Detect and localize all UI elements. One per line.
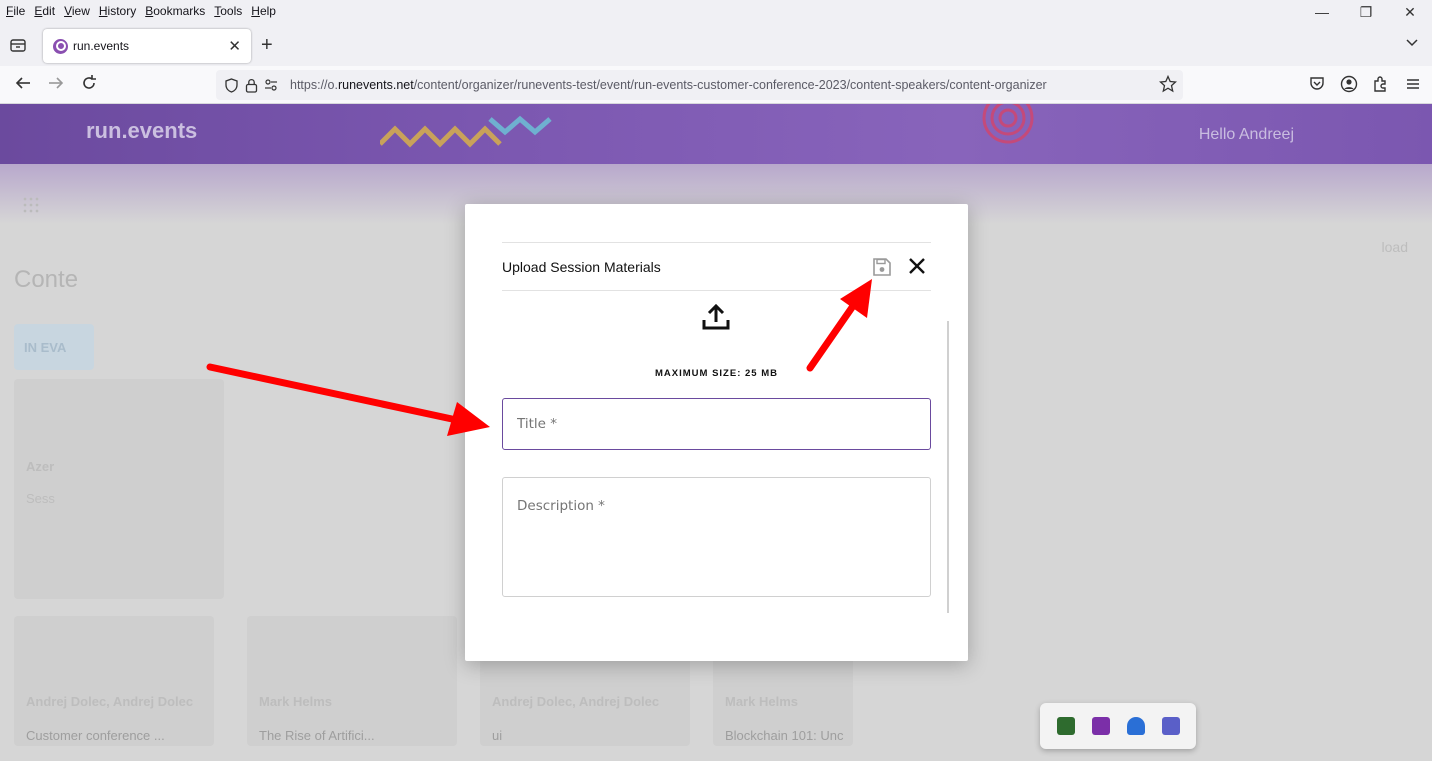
menu-bookmarks[interactable]: Bookmarks [145, 4, 205, 18]
upload-session-materials-dialog: Upload Session Materials MAXIMUM SIZE: 2… [465, 204, 968, 661]
back-arrow-icon[interactable] [14, 74, 32, 92]
card-speaker: Azer [26, 459, 55, 474]
tab-close-icon[interactable]: ✕ [228, 37, 241, 55]
card-title: The Rise of Artifici... [259, 728, 375, 743]
filter-chip[interactable]: IN EVA [14, 324, 94, 370]
filter-chip-label: IN EVA [24, 340, 67, 355]
brand-logo: run.events [86, 118, 198, 143]
onenote-icon[interactable] [1091, 717, 1110, 735]
window-close-button[interactable]: ✕ [1388, 0, 1432, 24]
minimize-button[interactable]: — [1300, 0, 1344, 24]
title-input[interactable] [502, 398, 931, 450]
apps-grid-icon[interactable] [22, 196, 40, 214]
banner-rings-icon [982, 104, 1034, 144]
forward-arrow-icon[interactable] [47, 74, 65, 92]
chevron-down-icon[interactable] [1405, 36, 1419, 50]
content-card[interactable]: Mark Helms The Rise of Artifici... [247, 616, 457, 746]
tab-run-events[interactable]: run.events ✕ [43, 29, 251, 63]
greeting-text: Hello Andreej [1198, 126, 1294, 143]
url-text: https://o.runevents.net/content/organize… [290, 78, 1047, 92]
max-size-label: MAXIMUM SIZE: 25 MB [655, 368, 778, 379]
security-shield-icon[interactable] [1126, 717, 1145, 735]
content-card[interactable]: Andrej Dolec, Andrej Dolec Customer conf… [14, 616, 214, 746]
card-title: ui [492, 728, 503, 743]
nvidia-icon[interactable] [1056, 717, 1075, 735]
new-tab-button[interactable]: + [261, 34, 273, 57]
window-controls: — ❐ ✕ [1300, 0, 1432, 24]
card-title: Sess [26, 491, 55, 506]
system-tray-popup [1040, 703, 1196, 749]
restore-button[interactable]: ❐ [1344, 0, 1388, 24]
page-heading: Conte [14, 266, 79, 293]
card-title: Customer conference ... [26, 728, 165, 743]
url-path: /content/organizer/runevents-test/event/… [413, 78, 1047, 92]
card-title: Blockchain 101: Unc [725, 728, 844, 743]
menu-view[interactable]: View [64, 4, 90, 18]
toolbar-icons [1308, 75, 1422, 93]
scrollbar-track[interactable] [947, 321, 949, 613]
content-card[interactable]: Azer Sess [14, 379, 224, 599]
card-speaker: Andrej Dolec, Andrej Dolec [492, 694, 660, 709]
header-divider-bottom [502, 290, 931, 291]
header-divider-top [502, 242, 931, 243]
menu-history[interactable]: History [99, 4, 136, 18]
menu-file[interactable]: File [6, 4, 25, 18]
shield-icon[interactable] [224, 77, 239, 93]
tab-title: run.events [73, 39, 130, 53]
url-prefix: https://o. [290, 78, 338, 92]
tab-bar: run.events ✕ + [0, 24, 1432, 66]
card-speaker: Mark Helms [259, 694, 332, 709]
banner-pattern-icon [380, 115, 552, 148]
tab-list-icon[interactable] [9, 36, 27, 54]
menu-help[interactable]: Help [251, 4, 276, 18]
card-speaker: Andrej Dolec, Andrej Dolec [26, 694, 194, 709]
pocket-icon[interactable] [1308, 75, 1326, 93]
star-icon[interactable] [1159, 75, 1177, 93]
close-icon[interactable] [906, 255, 928, 277]
reload-icon[interactable] [80, 74, 98, 92]
address-bar[interactable]: https://o.runevents.net/content/organize… [216, 70, 1183, 100]
hamburger-menu-icon[interactable] [1404, 75, 1422, 93]
extensions-icon[interactable] [1372, 75, 1390, 93]
menu-bar: File Edit View History Bookmarks Tools H… [0, 0, 1432, 22]
upload-link[interactable]: load [1382, 239, 1408, 255]
menu-edit[interactable]: Edit [34, 4, 55, 18]
card-speaker: Mark Helms [725, 694, 798, 709]
menu-tools[interactable]: Tools [214, 4, 242, 18]
account-icon[interactable] [1340, 75, 1358, 93]
event-banner: run.events Hello Andreej [0, 104, 1432, 164]
lock-icon[interactable] [245, 78, 258, 93]
description-textarea[interactable] [502, 477, 931, 597]
permissions-icon[interactable] [264, 78, 278, 92]
nav-bar: https://o.runevents.net/content/organize… [0, 66, 1432, 104]
save-icon[interactable] [871, 256, 893, 278]
url-domain: runevents.net [337, 78, 414, 92]
teams-icon[interactable] [1161, 717, 1180, 735]
dialog-title: Upload Session Materials [502, 259, 661, 275]
upload-icon[interactable] [701, 302, 731, 332]
run-events-favicon-icon [53, 38, 68, 54]
